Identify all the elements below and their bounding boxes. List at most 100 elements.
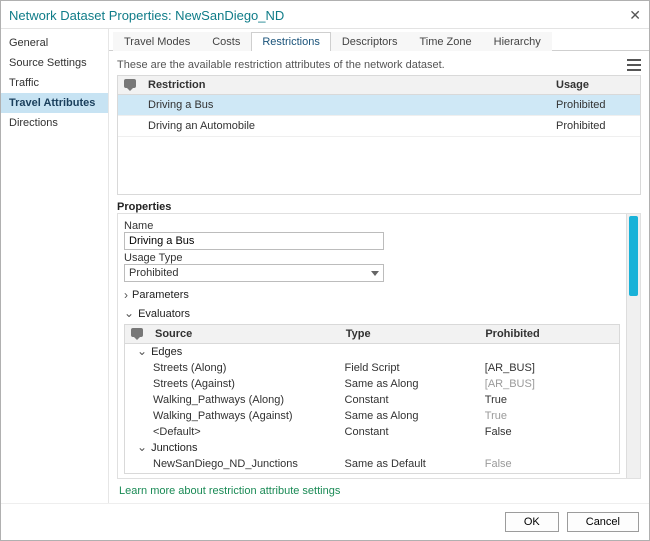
column-header-type[interactable]: Type — [340, 325, 480, 343]
tab-time-zone[interactable]: Time Zone — [408, 32, 482, 51]
evaluator-source: Streets (Along) — [125, 361, 339, 375]
evaluator-prohibited: [AR_BUS] — [479, 361, 619, 375]
properties-heading: Properties — [117, 201, 641, 213]
vertical-scrollbar[interactable] — [626, 214, 640, 478]
evaluator-row[interactable]: Streets (Against)Same as Along[AR_BUS] — [125, 376, 619, 392]
tab-restrictions[interactable]: Restrictions — [251, 32, 330, 51]
evaluator-row[interactable]: Walking_Pathways (Against)Same as AlongT… — [125, 408, 619, 424]
scrollbar-thumb[interactable] — [629, 216, 638, 296]
tab-descriptors[interactable]: Descriptors — [331, 32, 409, 51]
tab-hierarchy[interactable]: Hierarchy — [483, 32, 552, 51]
evaluator-row[interactable]: Walking_Pathways (Along)ConstantTrue — [125, 392, 619, 408]
titlebar: Network Dataset Properties: NewSanDiego_… — [1, 1, 649, 29]
evaluators-section[interactable]: Evaluators — [124, 308, 620, 320]
sidebar-item-traffic[interactable]: Traffic — [1, 73, 108, 93]
column-header-comment — [125, 325, 149, 343]
restriction-name: Driving an Automobile — [142, 118, 550, 134]
evaluator-type: Field Script — [339, 361, 479, 375]
cancel-button[interactable]: Cancel — [567, 512, 639, 532]
evaluator-type: Same as Along — [339, 409, 479, 423]
window-title: Network Dataset Properties: NewSanDiego_… — [9, 8, 284, 23]
evaluator-source: <Default> — [125, 473, 339, 474]
usage-type-label: Usage Type — [124, 252, 620, 264]
evaluator-row[interactable]: <Default>ConstantFalse — [125, 472, 619, 474]
chevron-down-icon — [124, 308, 134, 320]
restriction-name: Driving a Bus — [142, 97, 550, 113]
sidebar-item-travel-attributes[interactable]: Travel Attributes — [1, 93, 108, 113]
tab-content: These are the available restriction attr… — [109, 51, 649, 503]
restriction-row[interactable]: Driving a Bus Prohibited — [118, 95, 640, 116]
evaluator-prohibited: True — [479, 409, 619, 423]
evaluator-source: NewSanDiego_ND_Junctions — [125, 457, 339, 471]
properties-panel: Name Usage Type Prohibited Parameters — [117, 213, 641, 479]
evaluator-row[interactable]: <Default>ConstantFalse — [125, 424, 619, 440]
description-text: These are the available restriction attr… — [117, 59, 445, 71]
evaluator-source: Walking_Pathways (Along) — [125, 393, 339, 407]
evaluator-prohibited: False — [479, 473, 619, 474]
evaluator-source: Walking_Pathways (Against) — [125, 409, 339, 423]
sidebar: General Source Settings Traffic Travel A… — [1, 29, 109, 503]
evaluator-source: Streets (Against) — [125, 377, 339, 391]
chevron-down-icon — [137, 346, 147, 358]
dialog-body: General Source Settings Traffic Travel A… — [1, 29, 649, 503]
description-row: These are the available restriction attr… — [117, 57, 641, 75]
evaluator-type: Same as Default — [339, 457, 479, 471]
evaluator-prohibited: [AR_BUS] — [479, 377, 619, 391]
evaluator-source: <Default> — [125, 425, 339, 439]
evaluators-table: Source Type Prohibited Edges Streets (Al… — [124, 324, 620, 474]
restriction-usage: Prohibited — [550, 97, 640, 113]
usage-type-select[interactable]: Prohibited — [124, 264, 384, 282]
tab-bar: Travel Modes Costs Restrictions Descript… — [109, 29, 649, 51]
close-icon[interactable]: ✕ — [629, 7, 641, 24]
restrictions-table: Restriction Usage Driving a Bus Prohibit… — [117, 75, 641, 195]
column-header-usage[interactable]: Usage — [550, 76, 640, 94]
group-label: Edges — [151, 346, 182, 358]
dialog-window: Network Dataset Properties: NewSanDiego_… — [0, 0, 650, 541]
row-icon-cell — [118, 97, 142, 113]
chevron-right-icon — [124, 288, 128, 302]
column-header-comment — [118, 76, 142, 94]
evaluators-body: Edges Streets (Along)Field Script[AR_BUS… — [125, 344, 619, 474]
restrictions-body: Driving a Bus Prohibited Driving an Auto… — [118, 95, 640, 194]
group-label: Junctions — [151, 442, 197, 454]
name-input[interactable] — [124, 232, 384, 250]
parameters-label: Parameters — [132, 289, 189, 301]
main-panel: Travel Modes Costs Restrictions Descript… — [109, 29, 649, 503]
sidebar-item-directions[interactable]: Directions — [1, 113, 108, 133]
restriction-row[interactable]: Driving an Automobile Prohibited — [118, 116, 640, 137]
evaluator-prohibited: True — [479, 393, 619, 407]
evaluator-row[interactable]: Streets (Along)Field Script[AR_BUS] — [125, 360, 619, 376]
name-label: Name — [124, 220, 620, 232]
evaluator-prohibited: False — [479, 457, 619, 471]
chevron-down-icon — [371, 271, 379, 276]
group-junctions[interactable]: Junctions — [125, 440, 619, 456]
comment-icon — [131, 328, 143, 337]
column-header-prohibited[interactable]: Prohibited — [479, 325, 619, 343]
parameters-section[interactable]: Parameters — [124, 288, 620, 302]
row-icon-cell — [118, 118, 142, 134]
properties-inner: Name Usage Type Prohibited Parameters — [118, 214, 626, 478]
evaluator-type: Same as Along — [339, 377, 479, 391]
sidebar-item-general[interactable]: General — [1, 33, 108, 53]
evaluator-type: Constant — [339, 473, 479, 474]
group-edges[interactable]: Edges — [125, 344, 619, 360]
evaluator-prohibited: False — [479, 425, 619, 439]
evaluator-row[interactable]: NewSanDiego_ND_JunctionsSame as Default F… — [125, 456, 619, 472]
evaluator-type: Constant — [339, 393, 479, 407]
learn-more-link[interactable]: Learn more about restriction attribute s… — [117, 479, 641, 499]
column-header-source[interactable]: Source — [149, 325, 340, 343]
ok-button[interactable]: OK — [505, 512, 559, 532]
chevron-down-icon — [137, 442, 147, 454]
restrictions-header: Restriction Usage — [118, 76, 640, 95]
comment-icon — [124, 79, 136, 88]
column-header-restriction[interactable]: Restriction — [142, 76, 550, 94]
evaluators-header: Source Type Prohibited — [125, 325, 619, 344]
restriction-usage: Prohibited — [550, 118, 640, 134]
hamburger-menu-icon[interactable] — [627, 59, 641, 71]
evaluator-type: Constant — [339, 425, 479, 439]
tab-costs[interactable]: Costs — [201, 32, 251, 51]
tab-travel-modes[interactable]: Travel Modes — [113, 32, 201, 51]
dialog-footer: OK Cancel — [1, 503, 649, 540]
usage-type-value: Prohibited — [129, 267, 179, 279]
sidebar-item-source-settings[interactable]: Source Settings — [1, 53, 108, 73]
